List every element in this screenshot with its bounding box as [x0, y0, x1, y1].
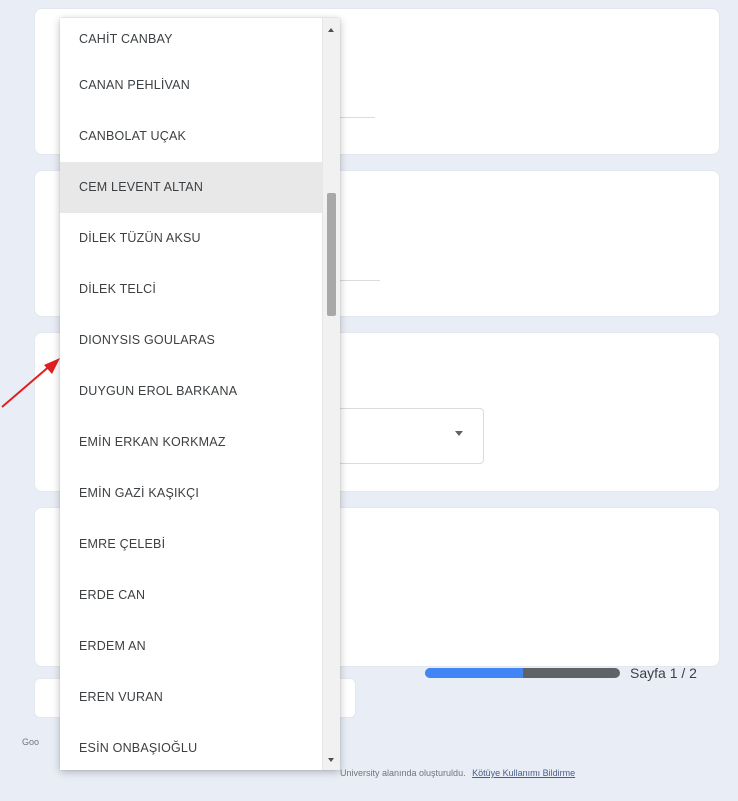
dropdown-option[interactable]: ERDE CAN: [60, 570, 322, 621]
dropdown-option[interactable]: CEM LEVENT ALTAN: [60, 162, 322, 213]
footer-google-text: Goo: [22, 737, 40, 747]
dropdown-option[interactable]: EMİN ERKAN KORKMAZ: [60, 417, 322, 468]
annotation-arrow-icon: [1, 358, 60, 408]
dropdown-option[interactable]: ERDEM AN: [60, 621, 322, 672]
dropdown-option[interactable]: CANAN PEHLİVAN: [60, 60, 322, 111]
dropdown-option[interactable]: DUYGUN EROL BARKANA: [60, 366, 322, 417]
dropdown-option[interactable]: DİLEK TÜZÜN AKSU: [60, 213, 322, 264]
dropdown-option[interactable]: DİLEK TELCİ: [60, 264, 322, 315]
dropdown-options: CAHİT CANBAY CANAN PEHLİVAN CANBOLAT UÇAK C…: [60, 18, 322, 770]
progress-bar: [425, 668, 620, 678]
scrollbar[interactable]: [322, 18, 340, 770]
dropdown-option[interactable]: CAHİT CANBAY: [60, 18, 322, 60]
dropdown-option[interactable]: EMİN GAZİ KAŞIKÇI: [60, 468, 322, 519]
footer: University alanında oluşturuldu. Kötüye …: [340, 768, 575, 778]
dropdown-option[interactable]: ESİN ONBAŞIOĞLU: [60, 723, 322, 770]
progress-fill: [425, 668, 523, 678]
page-indicator: Sayfa 1 / 2: [630, 665, 697, 681]
dropdown-select[interactable]: [330, 408, 484, 464]
dropdown-option[interactable]: EMRE ÇELEBİ: [60, 519, 322, 570]
scroll-down-icon[interactable]: [328, 758, 334, 762]
dropdown-option[interactable]: CANBOLAT UÇAK: [60, 111, 322, 162]
chevron-down-icon: [455, 431, 463, 436]
dropdown-option[interactable]: DIONYSIS GOULARAS: [60, 315, 322, 366]
footer-text: University alanında oluşturuldu.: [340, 768, 466, 778]
dropdown-list: CAHİT CANBAY CANAN PEHLİVAN CANBOLAT UÇAK C…: [60, 18, 340, 770]
report-abuse-link[interactable]: Kötüye Kullanımı Bildirme: [472, 768, 575, 778]
scroll-up-icon[interactable]: [328, 28, 334, 32]
scrollbar-thumb[interactable]: [327, 193, 336, 316]
dropdown-option[interactable]: EREN VURAN: [60, 672, 322, 723]
